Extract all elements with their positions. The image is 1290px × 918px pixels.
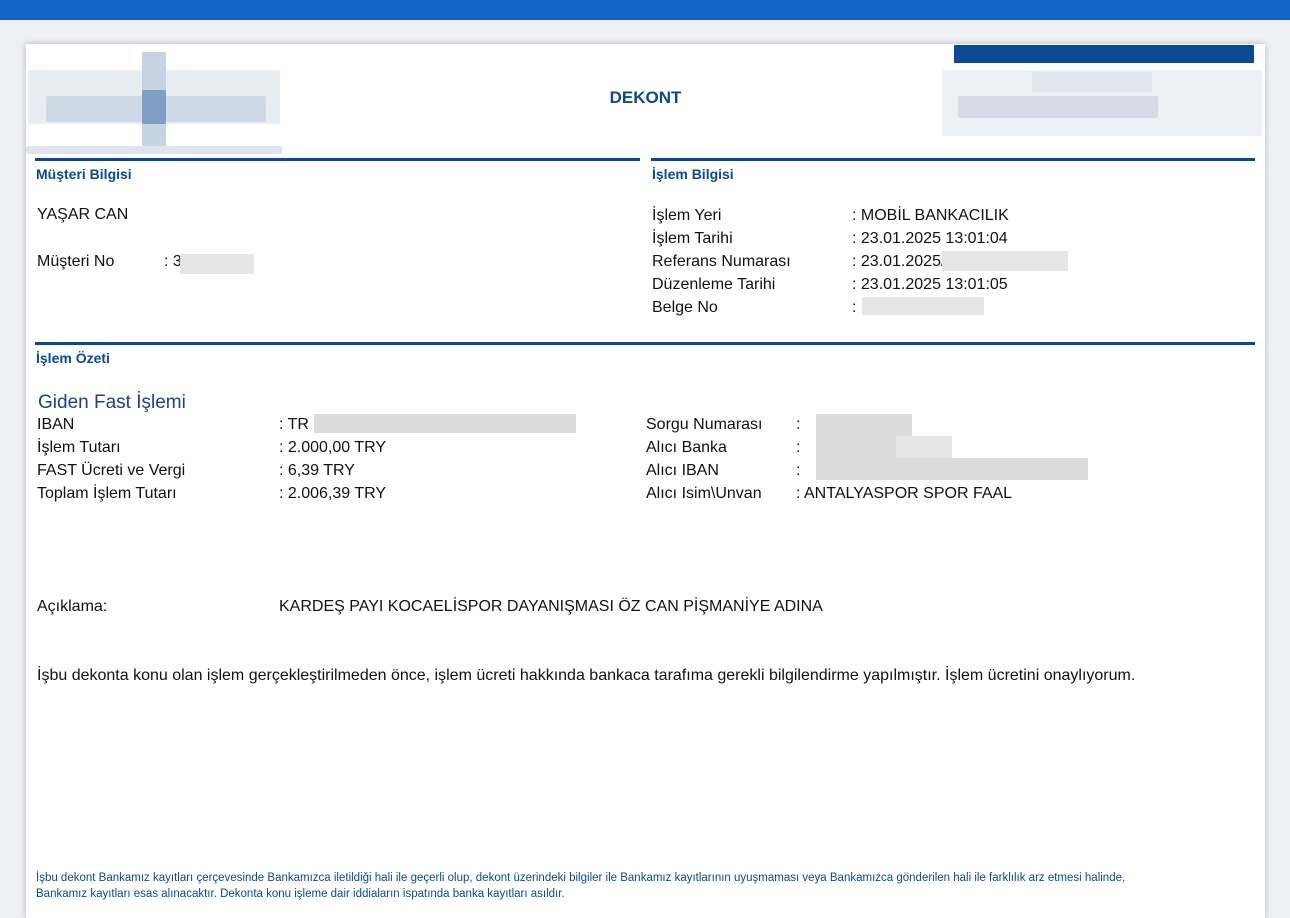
- customer-no-label: Müşteri No: [37, 253, 115, 270]
- recipient-name-value: : ANTALYASPOR SPOR FAAL: [796, 485, 1013, 502]
- fee-label: FAST Ücreti ve Vergi: [37, 462, 186, 479]
- description-value: KARDEŞ PAYI KOCAELİSPOR DAYANIŞMASI ÖZ C…: [279, 598, 823, 615]
- summary-left-labels: IBAN İşlem Tutarı FAST Ücreti ve Vergi T…: [37, 413, 185, 505]
- reference-number-label: Referans Numarası: [652, 253, 791, 270]
- description-label: Açıklama:: [37, 598, 108, 615]
- total-amount-label: Toplam İşlem Tutarı: [37, 485, 177, 502]
- transaction-date-label: İşlem Tarihi: [652, 230, 733, 247]
- fee-value: : 6,39 TRY: [279, 462, 355, 479]
- transaction-place-value: : MOBİL BANKACILIK: [852, 207, 1009, 224]
- summary-section-rule: [35, 342, 1255, 345]
- customer-section-heading: Müşteri Bilgisi: [36, 166, 132, 182]
- reference-redaction: [942, 251, 1068, 271]
- receipt-document: DEKONT Müşteri Bilgisi İşlem Bilgisi YAŞ…: [26, 44, 1265, 918]
- transaction-labels: İşlem Yeri İşlem Tarihi Referans Numaras…: [652, 204, 791, 319]
- edit-date-value: : 23.01.2025 13:01:05: [852, 276, 1008, 293]
- fee-consent-text: İşbu dekonta konu olan işlem gerçekleşti…: [37, 667, 1136, 684]
- transaction-section-heading: İşlem Bilgisi: [652, 166, 734, 182]
- customer-section-rule: [35, 158, 640, 161]
- transaction-date-value: : 23.01.2025 13:01:04: [852, 230, 1008, 247]
- iban-redaction: [314, 414, 576, 433]
- legal-footer-line-2: Bankamız kayıtları esas alınacaktır. Dek…: [36, 888, 565, 900]
- amount-label: İşlem Tutarı: [37, 439, 121, 456]
- recipient-iban-redaction: [816, 458, 1088, 480]
- viewer-top-bar: [0, 0, 1290, 20]
- edit-date-label: Düzenleme Tarihi: [652, 276, 776, 293]
- total-amount-value: : 2.006,39 TRY: [279, 485, 387, 502]
- recipient-bank-label: Alıcı Banka: [646, 439, 727, 456]
- legal-footer-line-1: İşbu dekont Bankamız kayıtları çerçevesi…: [36, 872, 1126, 884]
- bank-name-redaction: [896, 436, 952, 458]
- summary-section-heading: İşlem Özeti: [36, 350, 110, 366]
- query-number-label: Sorgu Numarası: [646, 416, 763, 433]
- iban-label: IBAN: [37, 416, 75, 433]
- customer-no-redaction: [180, 254, 254, 274]
- document-no-label: Belge No: [652, 299, 718, 316]
- legal-footer: İşbu dekont Bankamız kayıtları çerçevesi…: [36, 870, 1261, 902]
- recipient-iban-label: Alıcı IBAN: [646, 462, 719, 479]
- recipient-name-label: Alıcı Isim\Unvan: [646, 485, 762, 502]
- transaction-type-title: Giden Fast İşlemi: [38, 392, 186, 413]
- customer-name: YAŞAR CAN: [37, 206, 129, 223]
- document-no-redaction: [862, 297, 984, 315]
- header-accent-bar: [954, 45, 1254, 63]
- amount-value: : 2.000,00 TRY: [279, 439, 387, 456]
- transaction-place-label: İşlem Yeri: [652, 207, 722, 224]
- transaction-section-rule: [651, 158, 1255, 161]
- summary-right-labels: Sorgu Numarası Alıcı Banka Alıcı IBAN Al…: [646, 413, 763, 505]
- document-title: DEKONT: [609, 88, 682, 107]
